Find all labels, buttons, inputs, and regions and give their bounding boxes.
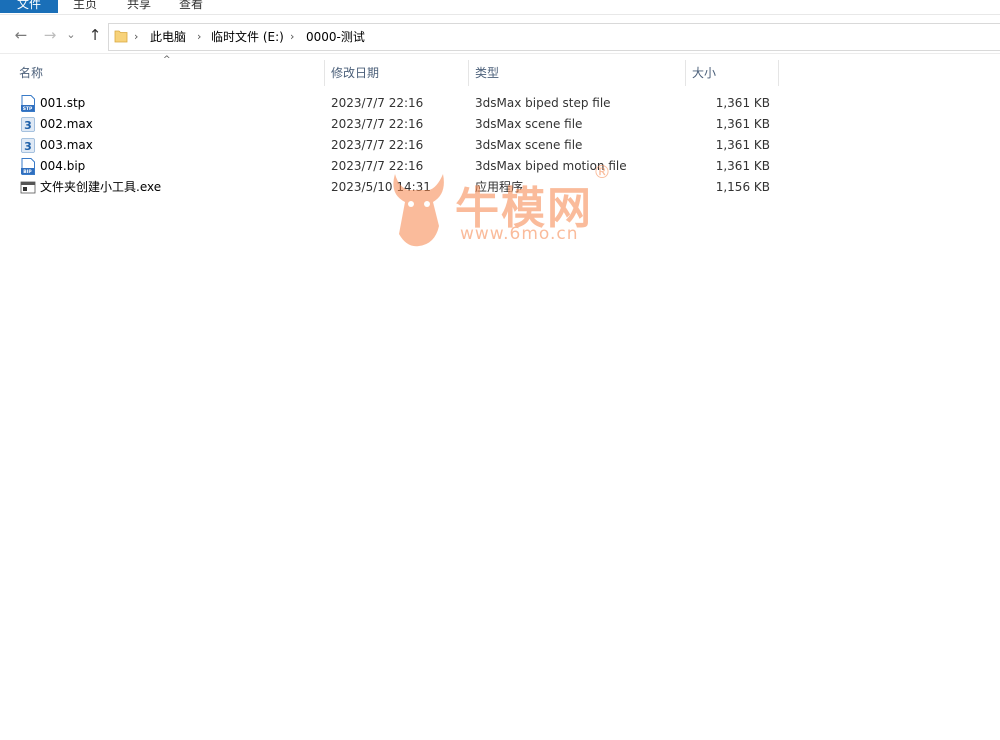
watermark-url: www.6mo.cn xyxy=(460,224,579,244)
forward-button[interactable]: → xyxy=(40,25,60,45)
file-size: 1,361 KB xyxy=(715,117,770,131)
file-row[interactable]: 3 003.max 2023/7/7 22:16 3dsMax scene fi… xyxy=(12,135,782,156)
arrow-left-icon: ← xyxy=(14,26,28,44)
stp-file-icon: STP xyxy=(21,95,35,112)
exe-file-icon xyxy=(20,181,36,194)
breadcrumb-separator[interactable]: › xyxy=(290,24,294,50)
arrow-right-icon: → xyxy=(43,26,57,44)
column-header-name[interactable]: 名称 xyxy=(14,60,325,86)
address-bar[interactable]: › 此电脑 › 临时文件 (E:) › 0000-测试 xyxy=(108,23,1000,51)
bull-logo-icon xyxy=(393,174,444,247)
file-row[interactable]: STP 001.stp 2023/7/7 22:16 3dsMax biped … xyxy=(12,93,782,114)
up-button[interactable]: ↑ xyxy=(85,25,105,45)
file-name: 001.stp xyxy=(40,96,86,110)
breadcrumb-this-pc[interactable]: 此电脑 xyxy=(150,24,186,50)
registered-mark: ® xyxy=(593,162,611,183)
arrow-up-icon: ↑ xyxy=(88,26,102,44)
file-size: 1,361 KB xyxy=(715,138,770,152)
file-name: 002.max xyxy=(40,117,93,131)
svg-text:3: 3 xyxy=(24,140,32,153)
file-type: 3dsMax scene file xyxy=(475,117,583,131)
file-size: 1,156 KB xyxy=(715,180,770,194)
navigation-bar: ← → ⌄ ↑ › 此电脑 › 临时文件 (E:) › 0000-测试 xyxy=(0,15,1000,54)
column-header-type[interactable]: 类型 xyxy=(470,60,686,86)
tab-share[interactable]: 共享 xyxy=(124,0,154,13)
back-button[interactable]: ← xyxy=(11,25,31,45)
column-header-date[interactable]: 修改日期 xyxy=(326,60,469,86)
svg-text:BIP: BIP xyxy=(23,169,32,175)
file-type: 3dsMax biped step file xyxy=(475,96,611,110)
max-file-icon: 3 xyxy=(21,138,35,153)
file-size: 1,361 KB xyxy=(715,159,770,173)
file-name: 003.max xyxy=(40,138,93,152)
file-date: 2023/7/7 22:16 xyxy=(331,138,424,152)
tab-file[interactable]: 文件 xyxy=(0,0,58,13)
watermark-logo: 牛模网 ® www.6mo.cn xyxy=(385,160,615,250)
breadcrumb-separator[interactable]: › xyxy=(197,24,201,50)
breadcrumb-separator[interactable]: › xyxy=(134,24,138,50)
column-header-size[interactable]: 大小 xyxy=(687,60,779,86)
folder-icon xyxy=(114,30,128,43)
breadcrumb-drive-e[interactable]: 临时文件 (E:) xyxy=(211,24,284,50)
file-name: 004.bip xyxy=(40,159,86,173)
tab-view[interactable]: 查看 xyxy=(176,0,206,13)
recent-locations-button[interactable]: ⌄ xyxy=(64,25,78,45)
breadcrumb-current-folder[interactable]: 0000-测试 xyxy=(306,24,365,50)
svg-text:3: 3 xyxy=(24,119,32,132)
file-row[interactable]: 3 002.max 2023/7/7 22:16 3dsMax scene fi… xyxy=(12,114,782,135)
file-size: 1,361 KB xyxy=(715,96,770,110)
tab-home[interactable]: 主页 xyxy=(70,0,100,13)
file-name: 文件夹创建小工具.exe xyxy=(40,180,162,194)
max-file-icon: 3 xyxy=(21,117,35,132)
svg-text:STP: STP xyxy=(23,106,33,112)
bip-file-icon: BIP xyxy=(21,158,35,175)
file-date: 2023/7/7 22:16 xyxy=(331,117,424,131)
file-date: 2023/7/7 22:16 xyxy=(331,96,424,110)
ribbon-bar: 文件 主页 共享 查看 xyxy=(0,0,1000,15)
file-type: 3dsMax scene file xyxy=(475,138,583,152)
chevron-down-icon: ⌄ xyxy=(66,28,76,41)
